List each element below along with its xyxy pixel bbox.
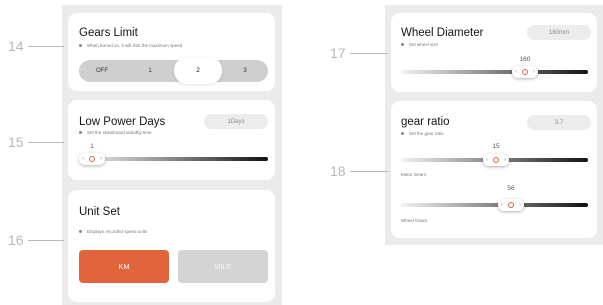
callout-17: 17: [330, 45, 346, 61]
gears-limit-description: When turned on, it will limit the maximu…: [79, 43, 182, 48]
unit-set-title: Unit Set: [79, 206, 120, 218]
wheel-gears-slider-knob[interactable]: ‹ ›: [498, 199, 524, 211]
gear-ratio-card: gear ratio 3.7 Set the gear ratio 15 ‹ › …: [391, 101, 597, 238]
gears-limit-title: Gears Limit: [79, 27, 138, 39]
knob-ring-icon: [508, 202, 514, 208]
motor-gears-slider-value: 15: [492, 143, 500, 150]
knob-ring-icon: [493, 157, 499, 163]
gear-option-2-selected[interactable]: 2: [174, 57, 222, 84]
callout-15-line: [28, 142, 64, 143]
gear-option-off[interactable]: OFF: [96, 68, 108, 74]
wheel-diameter-description: Set wheel size: [401, 42, 438, 47]
bullet-dot-icon: [401, 43, 404, 47]
wheel-gears-slider-track[interactable]: [401, 203, 588, 207]
callout-14-line: [28, 46, 64, 47]
gears-limit-card: Gears Limit When turned on, it will limi…: [68, 13, 275, 91]
bullet-dot-icon: [79, 131, 82, 135]
motor-gears-label: Motor Gears: [401, 172, 427, 177]
km-button[interactable]: KM: [79, 250, 169, 283]
bullet-dot-icon: [401, 132, 404, 136]
unit-set-description: Displays recorded speed units: [79, 229, 147, 234]
callout-14: 14: [8, 38, 24, 54]
wheel-diameter-slider-value: 160: [519, 56, 531, 63]
wheel-diameter-title: Wheel Diameter: [401, 27, 484, 39]
low-power-days-slider-knob[interactable]: ‹ ›: [79, 153, 105, 165]
bullet-dot-icon: [79, 44, 82, 48]
callout-15: 15: [8, 134, 24, 150]
callout-16-line: [28, 240, 64, 241]
low-power-days-title: Low Power Days: [79, 116, 166, 128]
unit-set-card: Unit Set Displays recorded speed units K…: [68, 190, 275, 302]
low-power-days-slider-track[interactable]: [79, 157, 268, 161]
motor-gears-slider-knob[interactable]: ‹ ›: [483, 154, 509, 166]
gear-ratio-value-badge: 3.7: [527, 115, 591, 130]
wheel-diameter-value-badge: 160mm: [527, 25, 591, 40]
knob-ring-icon: [89, 156, 95, 162]
low-power-days-card: Low Power Days 1Days Set the skateboard …: [68, 100, 275, 180]
gears-limit-segmented-control[interactable]: OFF 1 2 3: [79, 57, 268, 84]
wheel-diameter-card: Wheel Diameter 160mm Set wheel size 160 …: [391, 13, 597, 92]
low-power-days-description: Set the skateboard standby time: [79, 130, 152, 135]
knob-ring-icon: [522, 69, 528, 75]
callout-18: 18: [330, 163, 346, 179]
wheel-gears-slider-value: 56: [507, 185, 515, 192]
gear-option-3[interactable]: 3: [243, 68, 246, 74]
gear-ratio-title: gear ratio: [401, 116, 450, 128]
callout-17-line: [350, 53, 388, 54]
low-power-days-value-badge: 1Days: [204, 114, 268, 129]
wheel-diameter-slider-track[interactable]: [401, 70, 588, 74]
gear-ratio-description: Set the gear ratio: [401, 131, 444, 136]
bullet-dot-icon: [79, 230, 82, 234]
wheel-diameter-slider-knob[interactable]: ‹ ›: [512, 66, 538, 78]
gear-option-1[interactable]: 1: [148, 68, 151, 74]
mile-button[interactable]: MILE: [178, 250, 268, 283]
wheel-gears-label: Wheel Gears: [401, 218, 428, 223]
callout-16: 16: [8, 232, 24, 248]
callout-18-line: [350, 171, 388, 172]
low-power-days-slider-value: 1: [90, 143, 94, 150]
